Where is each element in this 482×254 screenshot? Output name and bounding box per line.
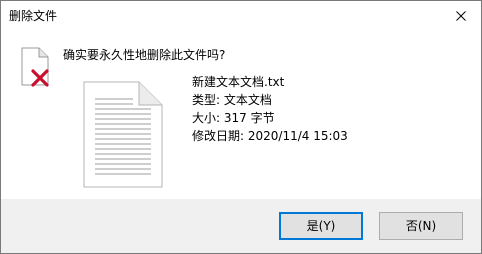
delete-file-dialog: 删除文件 确实要永久性地删除此文件吗? 新建文本文档.txt 类型: 文本文档 … [0, 0, 482, 254]
file-modified-date: 修改日期: 2020/11/4 15:03 [192, 129, 348, 143]
delete-file-icon [21, 47, 49, 87]
close-button[interactable] [441, 1, 481, 31]
no-button[interactable]: 否(N) [379, 212, 463, 240]
file-name: 新建文本文档.txt [192, 75, 285, 89]
file-details: 新建文本文档.txt 类型: 文本文档 大小: 317 字节 修改日期: 202… [192, 73, 348, 145]
text-document-icon [83, 81, 163, 188]
yes-button[interactable]: 是(Y) [279, 212, 363, 240]
close-icon [456, 11, 466, 21]
title-bar: 删除文件 [1, 1, 481, 31]
file-type: 类型: 文本文档 [192, 93, 272, 107]
file-size: 大小: 317 字节 [192, 111, 275, 125]
button-bar: 是(Y) 否(N) [1, 199, 481, 253]
dialog-title: 删除文件 [9, 9, 58, 23]
confirm-question: 确实要永久性地删除此文件吗? [63, 48, 226, 62]
